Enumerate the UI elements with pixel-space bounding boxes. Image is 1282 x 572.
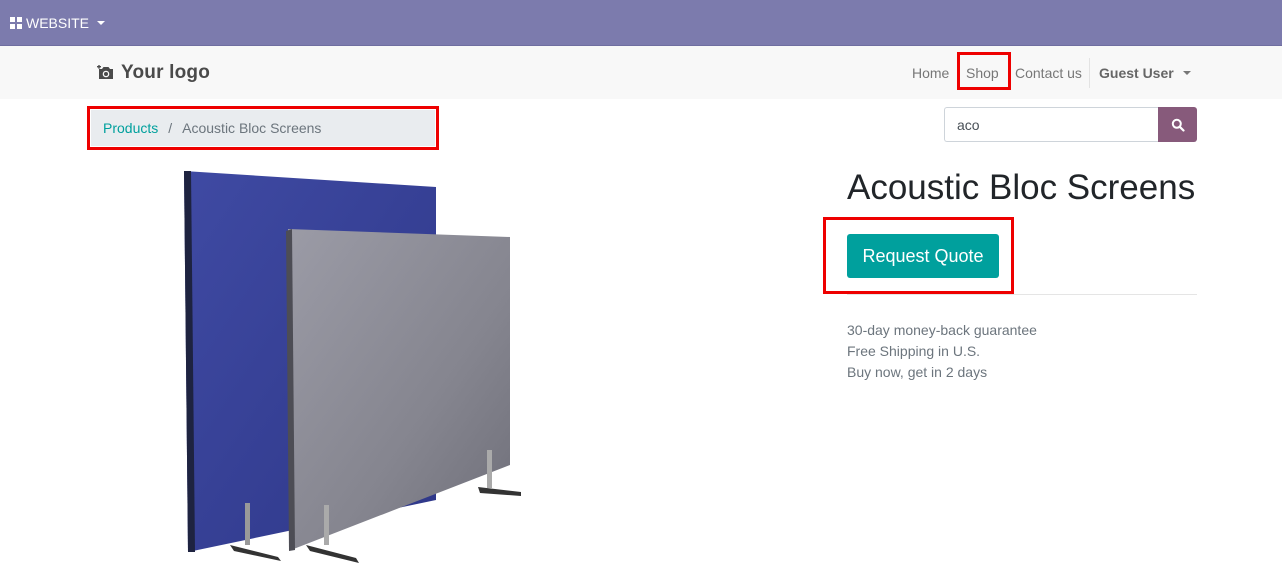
caret-down-icon [97, 21, 106, 25]
caret-down-icon [1182, 71, 1191, 75]
nav-contact-us[interactable]: Contact us [1015, 65, 1082, 81]
site-header: Your logo Home Shop Contact us Guest Use… [0, 46, 1282, 99]
benefit-item: Free Shipping in U.S. [847, 343, 981, 359]
site-logo[interactable]: Your logo [97, 62, 210, 84]
product-image [184, 171, 521, 563]
product-title: Acoustic Bloc Screens [847, 168, 1196, 207]
website-menu-dropdown[interactable]: WEBSITE [10, 14, 106, 32]
search-icon [1171, 118, 1185, 132]
nav-shop[interactable]: Shop [966, 65, 999, 81]
grid-icon [10, 17, 22, 29]
benefit-item: Buy now, get in 2 days [847, 364, 988, 380]
divider [847, 294, 1197, 295]
admin-bar: WEBSITE [0, 0, 1282, 46]
nav-home[interactable]: Home [912, 65, 949, 81]
breadcrumb-current: Acoustic Bloc Screens [182, 120, 322, 136]
nav-divider [1089, 58, 1090, 88]
logo-text: Your logo [121, 62, 211, 83]
breadcrumb-products-link[interactable]: Products [103, 120, 158, 136]
product-benefits: 30-day money-back guarantee Free Shippin… [847, 320, 1037, 383]
request-quote-button[interactable]: Request Quote [847, 234, 999, 278]
breadcrumb-separator: / [168, 120, 173, 136]
breadcrumb: Products / Acoustic Bloc Screens [91, 110, 435, 146]
website-menu-label: WEBSITE [26, 15, 90, 31]
search-input[interactable] [944, 107, 1158, 142]
benefit-item: 30-day money-back guarantee [847, 322, 1037, 338]
user-name: Guest User [1099, 65, 1174, 81]
search-button[interactable] [1158, 107, 1197, 142]
camera-icon [97, 65, 113, 79]
user-menu-dropdown[interactable]: Guest User [1099, 65, 1191, 81]
